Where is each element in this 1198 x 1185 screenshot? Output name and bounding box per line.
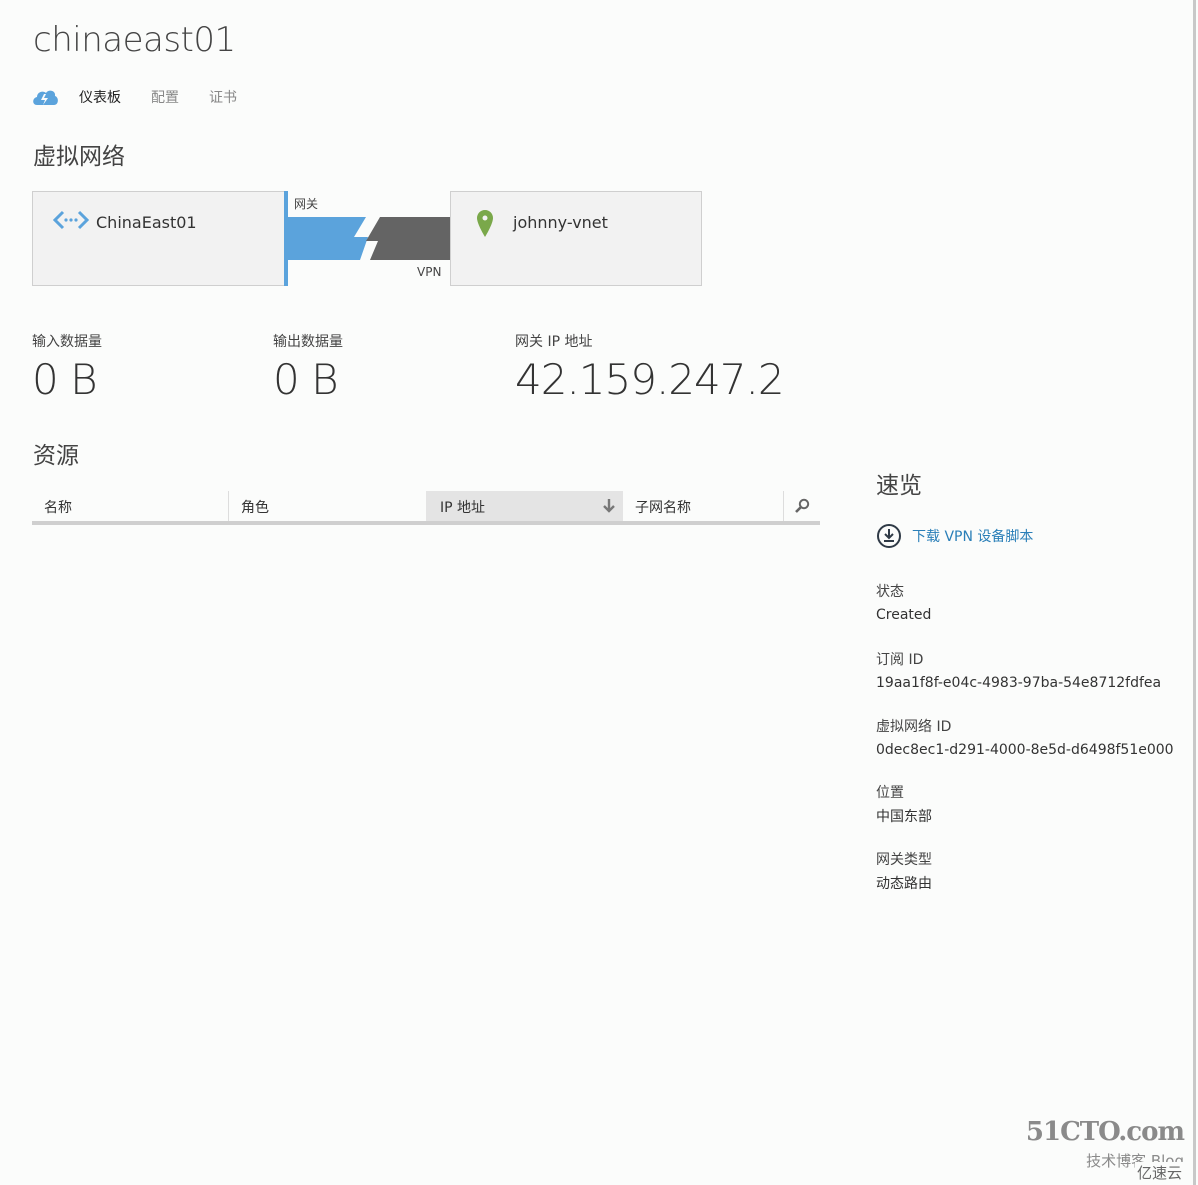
field-virtual-network-id: 虚拟网络 ID 0dec8ec1-d291-4000-8e5d-d6498f51… (876, 716, 1174, 758)
tab-bar: 仪表板 配置 证书 (31, 86, 267, 108)
field-label: 状态 (876, 584, 904, 600)
column-label: 角色 (241, 500, 269, 516)
column-label: 子网名称 (635, 500, 691, 516)
field-gateway-type: 网关类型 动态路由 (876, 849, 932, 893)
remote-network-node[interactable]: johnny-vnet (450, 191, 702, 286)
metric-label: 网关 IP 地址 (515, 334, 593, 350)
column-label: 名称 (44, 500, 72, 516)
column-label: IP 地址 (440, 500, 486, 516)
field-value: 中国东部 (876, 809, 932, 825)
field-value: 19aa1f8f-e04c-4983-97ba-54e8712fdfea (876, 675, 1162, 691)
metric-value: 42.159.247.2 (515, 355, 785, 404)
field-label: 虚拟网络 ID (876, 719, 952, 735)
local-network-node[interactable]: ChinaEast01 (32, 191, 285, 286)
metric-data-out: 输出数据量 0 B (273, 331, 343, 404)
search-icon (795, 498, 810, 513)
vpn-connection-icon[interactable] (288, 217, 451, 260)
field-value: Created (876, 607, 932, 623)
watermark-yisu: 亿速云 (1134, 1162, 1184, 1183)
tab-dashboard[interactable]: 仪表板 (79, 87, 121, 107)
metric-data-in: 输入数据量 0 B (32, 331, 102, 404)
connection-type-label: VPN (417, 265, 442, 279)
watermark-51cto: 51CTO.com (1025, 1117, 1185, 1147)
column-header-subnet-name[interactable]: 子网名称 (623, 491, 784, 521)
field-label: 订阅 ID (876, 652, 924, 668)
sort-descending-icon (603, 499, 615, 513)
field-label: 位置 (876, 785, 904, 801)
virtual-network-heading: 虚拟网络 (33, 144, 125, 170)
metric-label: 输出数据量 (273, 334, 343, 350)
local-network-name: ChinaEast01 (96, 213, 197, 232)
field-location: 位置 中国东部 (876, 782, 932, 826)
metric-value: 0 B (273, 355, 339, 404)
gateway-label[interactable]: 网关 (294, 195, 318, 212)
metric-label: 输入数据量 (32, 334, 102, 350)
field-value: 动态路由 (876, 876, 932, 892)
page-title: chinaeast01 (33, 20, 236, 60)
field-subscription-id: 订阅 ID 19aa1f8f-e04c-4983-97ba-54e8712fdf… (876, 649, 1161, 691)
download-icon (877, 524, 901, 548)
cloud-vpn-logo-icon (33, 90, 58, 105)
column-header-name[interactable]: 名称 (32, 491, 229, 521)
virtual-network-icon (53, 210, 89, 230)
field-value: 0dec8ec1-d291-4000-8e5d-d6498f51e000 (876, 742, 1174, 758)
metric-value: 0 B (32, 355, 98, 404)
remote-network-name: johnny-vnet (513, 213, 608, 232)
tab-configure[interactable]: 配置 (151, 87, 179, 107)
location-pin-icon (477, 210, 493, 237)
metric-gateway-ip: 网关 IP 地址 42.159.247.2 (515, 331, 785, 404)
field-label: 网关类型 (876, 852, 932, 868)
vertical-scrollbar[interactable] (1193, 0, 1196, 1185)
download-link-label[interactable]: 下载 VPN 设备脚本 (912, 526, 1033, 546)
download-vpn-script-link[interactable]: 下载 VPN 设备脚本 (876, 523, 1033, 549)
column-header-role[interactable]: 角色 (229, 491, 426, 521)
column-header-ip-address[interactable]: IP 地址 (426, 491, 623, 521)
tab-certificates[interactable]: 证书 (209, 87, 237, 107)
table-search-button[interactable] (784, 491, 820, 521)
field-status: 状态 Created (876, 581, 931, 623)
resources-heading: 资源 (33, 443, 79, 469)
resources-table-header: 名称 角色 IP 地址 子网名称 (32, 491, 820, 525)
quick-glance-heading: 速览 (876, 473, 922, 499)
